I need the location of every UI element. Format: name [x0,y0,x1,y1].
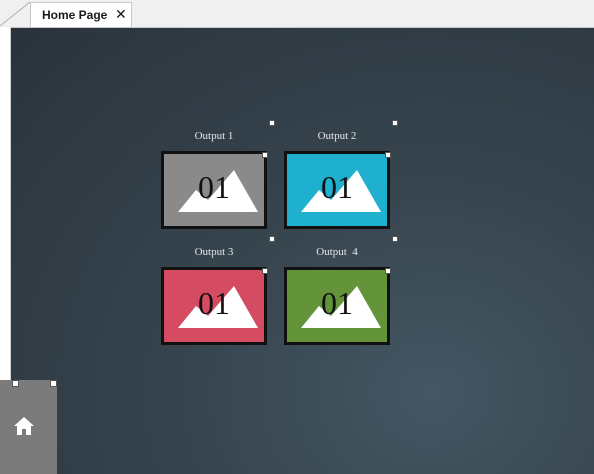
resize-handle[interactable] [392,120,398,126]
resize-handle[interactable] [269,120,275,126]
tab-close-icon[interactable]: ✕ [115,6,127,23]
resize-handle[interactable] [269,236,275,242]
tab-label: Home Page [42,8,108,22]
output-4-thumbnail[interactable]: 01 [284,267,390,345]
tab-bar-corner [0,1,31,27]
tab-bar: Home Page ✕ [0,0,594,28]
resize-handle[interactable] [385,152,391,158]
resize-handle[interactable] [262,268,268,274]
panel-handle[interactable] [50,380,57,387]
output-2-thumbnail[interactable]: 01 [284,151,390,229]
output-label: Output 4 [316,246,358,258]
resize-handle[interactable] [385,268,391,274]
resize-handle[interactable] [262,152,268,158]
output-label: Output 2 [317,130,357,142]
output-1-thumbnail[interactable]: 01 [161,151,267,229]
output-number: 01 [321,285,353,321]
home-icon [14,417,34,435]
output-label: Output 3 [194,246,234,258]
tab-home-page[interactable]: Home Page ✕ [30,2,132,27]
output-3-thumbnail[interactable]: 01 [161,267,267,345]
resize-handle[interactable] [392,236,398,242]
output-number: 01 [321,169,353,205]
output-label: Output 1 [194,130,234,142]
panel-handle[interactable] [12,380,19,387]
output-number: 01 [198,169,230,205]
output-number: 01 [198,285,230,321]
home-button[interactable] [0,380,57,474]
workspace-canvas: Output 1 01 Output 2 01 Output 3 01 Outp… [11,28,594,474]
